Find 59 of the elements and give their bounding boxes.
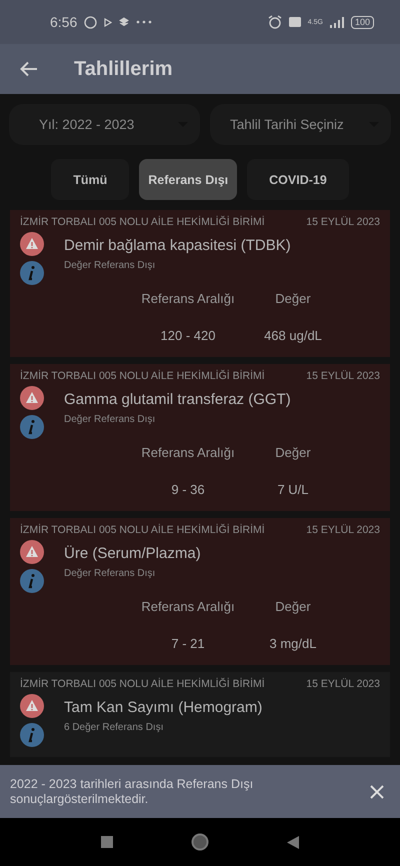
test-name: Tam Kan Sayımı (Hemogram): [64, 699, 262, 716]
column-header: Referans Aralığı: [141, 291, 235, 306]
warning-icon: [20, 540, 44, 564]
battery-level: 100: [350, 16, 374, 28]
back-icon[interactable]: [20, 61, 38, 77]
clock-time: 6:56: [50, 14, 78, 30]
test-name: Üre (Serum/Plazma): [64, 545, 201, 562]
result-date: 15 EYLÜL 2023: [306, 524, 380, 536]
filter-tab[interactable]: Tümü: [51, 159, 130, 200]
info-icon[interactable]: [20, 569, 44, 593]
result-card[interactable]: İZMİR TORBALI 005 NOLU AİLE HEKİMLİĞİ BİRİMİ 15 EYLÜL 2023 Tam Kan Sayımı (Hemogram) 6 Değer Referans Dışı: [10, 672, 390, 757]
result-card[interactable]: İZMİR TORBALI 005 NOLU AİLE HEKİMLİĞİ BİRİMİ 15 EYLÜL 2023 Üre (Serum/Plazma) Değer Referans Dışı Referans Aralığı Değer 7 - 21 3 mg/dL: [10, 518, 390, 665]
dropdown-field[interactable]: Tahlil Tarihi Seçiniz: [210, 104, 391, 145]
result-date: 15 EYLÜL 2023: [306, 678, 380, 690]
more-icon: [136, 20, 152, 24]
result-date: 15 EYLÜL 2023: [306, 370, 380, 382]
column-header: Değer: [275, 291, 311, 306]
result-note: Değer Referans Dışı: [64, 260, 156, 271]
info-icon[interactable]: [20, 723, 44, 747]
column-header: Referans Aralığı: [141, 445, 235, 460]
result-value: 468 ug/dL: [264, 328, 322, 343]
dropdown-field[interactable]: Yıl: 2022 - 2023: [9, 104, 200, 145]
result-note: Değer Referans Dışı: [64, 414, 156, 425]
facility-name: İZMİR TORBALI 005 NOLU AİLE HEKİMLİĞİ BİRİMİ: [20, 678, 265, 690]
alarm-icon: [268, 15, 282, 29]
snackbar-message: 2022 - 2023 tarihleri arasında Referans Dışı sonuçlargösterilmektedir.: [10, 776, 254, 806]
signal-icon: [330, 16, 344, 28]
column-header: Referans Aralığı: [141, 599, 235, 614]
play-icon: [104, 18, 112, 26]
page-title: Tahlillerim: [74, 58, 173, 80]
warning-icon: [20, 386, 44, 410]
facility-name: İZMİR TORBALI 005 NOLU AİLE HEKİMLİĞİ BİRİMİ: [20, 524, 265, 536]
result-note: 6 Değer Referans Dışı: [64, 722, 164, 733]
info-icon[interactable]: [20, 415, 44, 439]
filter-tab[interactable]: COVID-19: [247, 159, 349, 200]
result-note: Değer Referans Dışı: [64, 568, 156, 579]
warning-icon: [20, 232, 44, 256]
result-date: 15 EYLÜL 2023: [306, 216, 380, 228]
info-icon[interactable]: [20, 261, 44, 285]
result-card[interactable]: İZMİR TORBALI 005 NOLU AİLE HEKİMLİĞİ BİRİMİ 15 EYLÜL 2023 Demir bağlama kapasitesi (TDBK) Değer Referans Dışı Referans Aralığı Değer 120 - 420 468 ug/dL: [10, 210, 390, 357]
home-icon[interactable]: [191, 833, 209, 851]
chat-icon: [84, 16, 98, 28]
result-card[interactable]: İZMİR TORBALI 005 NOLU AİLE HEKİMLİĞİ BİRİMİ 15 EYLÜL 2023 Gamma glutamil transferaz (GGT) Değer Referans Dışı Referans Aralığı Değer 9 - 36 7 U/L: [10, 364, 390, 511]
result-value: 3 mg/dL: [270, 636, 316, 651]
layers-icon: [119, 17, 130, 27]
test-name: Demir bağlama kapasitesi (TDBK): [64, 237, 291, 254]
facility-name: İZMİR TORBALI 005 NOLU AİLE HEKİMLİĞİ BİRİMİ: [20, 370, 265, 382]
reference-range: 120 - 420: [160, 328, 216, 343]
column-header: Değer: [275, 599, 311, 614]
warning-icon: [20, 694, 44, 718]
facility-name: İZMİR TORBALI 005 NOLU AİLE HEKİMLİĞİ BİRİMİ: [20, 216, 265, 228]
filter-tab[interactable]: Referans Dışı: [139, 159, 238, 200]
reference-range: 7 - 21: [171, 636, 205, 651]
column-header: Değer: [275, 445, 311, 460]
reference-range: 9 - 36: [171, 482, 205, 497]
result-value: 7 U/L: [277, 482, 309, 497]
back-nav-icon[interactable]: [287, 836, 299, 848]
test-name: Gamma glutamil transferaz (GGT): [64, 391, 291, 408]
close-icon[interactable]: [370, 784, 384, 798]
